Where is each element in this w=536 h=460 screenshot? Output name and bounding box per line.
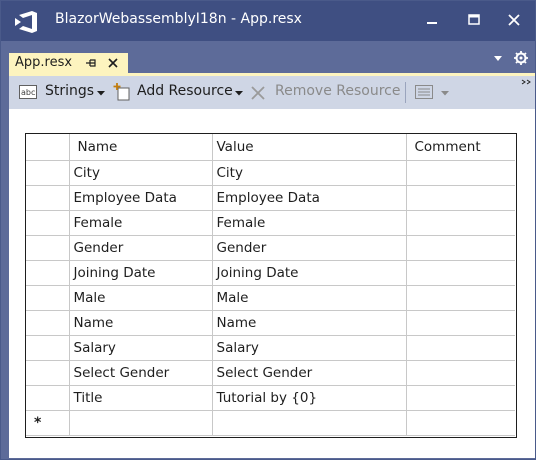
resource-grid[interactable]: Name Value Comment City City Employee Dat… <box>25 133 517 438</box>
name-cell[interactable]: Title <box>68 385 213 411</box>
minimize-icon <box>427 22 437 24</box>
table-row[interactable]: Select Gender Select Gender <box>26 360 515 386</box>
name-cell[interactable]: City <box>68 160 213 186</box>
grid-header-row: Name Value Comment <box>26 134 515 161</box>
resource-toolbar: abc Strings Add Resource Remove Resource <box>9 76 535 109</box>
maximize-button[interactable] <box>459 7 489 33</box>
row-header[interactable] <box>26 235 70 261</box>
view-icon <box>415 85 433 99</box>
table-row[interactable]: Joining Date Joining Date <box>26 260 515 286</box>
value-cell[interactable]: Employee Data <box>211 185 407 211</box>
column-header-value[interactable]: Value <box>211 134 407 161</box>
row-header-corner <box>26 134 70 161</box>
value-cell[interactable]: Gender <box>211 235 407 261</box>
row-header[interactable] <box>26 185 70 211</box>
table-row[interactable]: Name Name <box>26 310 515 336</box>
visual-studio-logo <box>15 11 37 33</box>
editor-window: BlazorWebassemblyI18n - App.resx App.res… <box>0 0 536 460</box>
row-header[interactable] <box>26 360 70 386</box>
table-row[interactable]: City City <box>26 160 515 186</box>
add-resource-icon <box>113 83 130 101</box>
document-tab-row: App.resx <box>1 41 535 74</box>
remove-resource-button[interactable]: Remove Resource <box>251 76 400 109</box>
row-header[interactable] <box>26 260 70 286</box>
chevron-down-icon <box>235 91 243 96</box>
name-cell[interactable]: Employee Data <box>68 185 213 211</box>
comment-cell[interactable] <box>405 235 515 261</box>
value-cell[interactable] <box>211 410 407 436</box>
new-row[interactable]: * <box>26 410 515 436</box>
table-row[interactable]: Salary Salary <box>26 335 515 361</box>
toolbar-overflow-icon[interactable] <box>521 79 531 85</box>
table-row[interactable]: Gender Gender <box>26 235 515 261</box>
comment-cell[interactable] <box>405 335 515 361</box>
remove-x-icon <box>251 86 265 100</box>
value-cell[interactable]: Joining Date <box>211 260 407 286</box>
name-cell[interactable] <box>68 410 213 436</box>
pin-icon[interactable] <box>85 57 97 69</box>
name-cell[interactable]: Select Gender <box>68 360 213 386</box>
window-title: BlazorWebassemblyI18n - App.resx <box>55 11 302 27</box>
comment-cell[interactable] <box>405 360 515 386</box>
table-row[interactable]: Female Female <box>26 210 515 236</box>
comment-cell[interactable] <box>405 285 515 311</box>
value-cell[interactable]: Salary <box>211 335 407 361</box>
value-cell[interactable]: Male <box>211 285 407 311</box>
name-cell[interactable]: Name <box>68 310 213 336</box>
column-header-name[interactable]: Name <box>68 134 213 161</box>
row-header[interactable] <box>26 310 70 336</box>
name-cell[interactable]: Gender <box>68 235 213 261</box>
comment-cell[interactable] <box>405 410 515 436</box>
value-cell[interactable]: Select Gender <box>211 360 407 386</box>
column-header-comment[interactable]: Comment <box>405 134 515 161</box>
close-icon <box>508 14 520 26</box>
value-cell[interactable]: Name <box>211 310 407 336</box>
chevron-down-icon <box>97 91 105 96</box>
chevron-down-icon <box>441 91 449 96</box>
table-row[interactable]: Employee Data Employee Data <box>26 185 515 211</box>
row-header[interactable] <box>26 385 70 411</box>
title-bar[interactable]: BlazorWebassemblyI18n - App.resx <box>1 1 535 41</box>
strings-label: Strings <box>45 83 95 99</box>
minimize-button[interactable] <box>417 7 447 33</box>
name-cell[interactable]: Male <box>68 285 213 311</box>
tab-label: App.resx <box>15 55 73 70</box>
new-row-marker: * <box>26 410 70 436</box>
remove-resource-label: Remove Resource <box>275 83 401 99</box>
tab-app-resx[interactable]: App.resx <box>9 53 128 74</box>
row-header[interactable] <box>26 160 70 186</box>
view-dropdown[interactable] <box>413 76 449 109</box>
comment-cell[interactable] <box>405 385 515 411</box>
gear-icon[interactable] <box>514 51 528 65</box>
comment-cell[interactable] <box>405 210 515 236</box>
row-header[interactable] <box>26 210 70 236</box>
comment-cell[interactable] <box>405 260 515 286</box>
tab-close-icon[interactable] <box>107 57 119 69</box>
column-header-label: Name <box>77 139 118 155</box>
name-cell[interactable]: Joining Date <box>68 260 213 286</box>
value-cell[interactable]: Female <box>211 210 407 236</box>
table-row[interactable]: Title Tutorial by {0} <box>26 385 515 411</box>
svg-text:abc: abc <box>21 88 35 97</box>
row-header[interactable] <box>26 335 70 361</box>
column-header-label: Comment <box>414 139 481 155</box>
column-header-label: Value <box>216 139 254 155</box>
row-header[interactable] <box>26 285 70 311</box>
add-resource-label: Add Resource <box>137 83 233 99</box>
abc-icon: abc <box>19 85 37 99</box>
strings-dropdown[interactable]: abc Strings <box>19 76 105 109</box>
name-cell[interactable]: Salary <box>68 335 213 361</box>
close-button[interactable] <box>499 7 529 33</box>
value-cell[interactable]: Tutorial by {0} <box>211 385 407 411</box>
tab-list-dropdown-icon[interactable] <box>493 55 503 63</box>
toolbar-separator <box>405 82 406 103</box>
value-cell[interactable]: City <box>211 160 407 186</box>
comment-cell[interactable] <box>405 160 515 186</box>
table-row[interactable]: Male Male <box>26 285 515 311</box>
name-cell[interactable]: Female <box>68 210 213 236</box>
comment-cell[interactable] <box>405 185 515 211</box>
add-resource-button[interactable]: Add Resource <box>113 76 243 109</box>
maximize-icon <box>468 14 480 25</box>
comment-cell[interactable] <box>405 310 515 336</box>
